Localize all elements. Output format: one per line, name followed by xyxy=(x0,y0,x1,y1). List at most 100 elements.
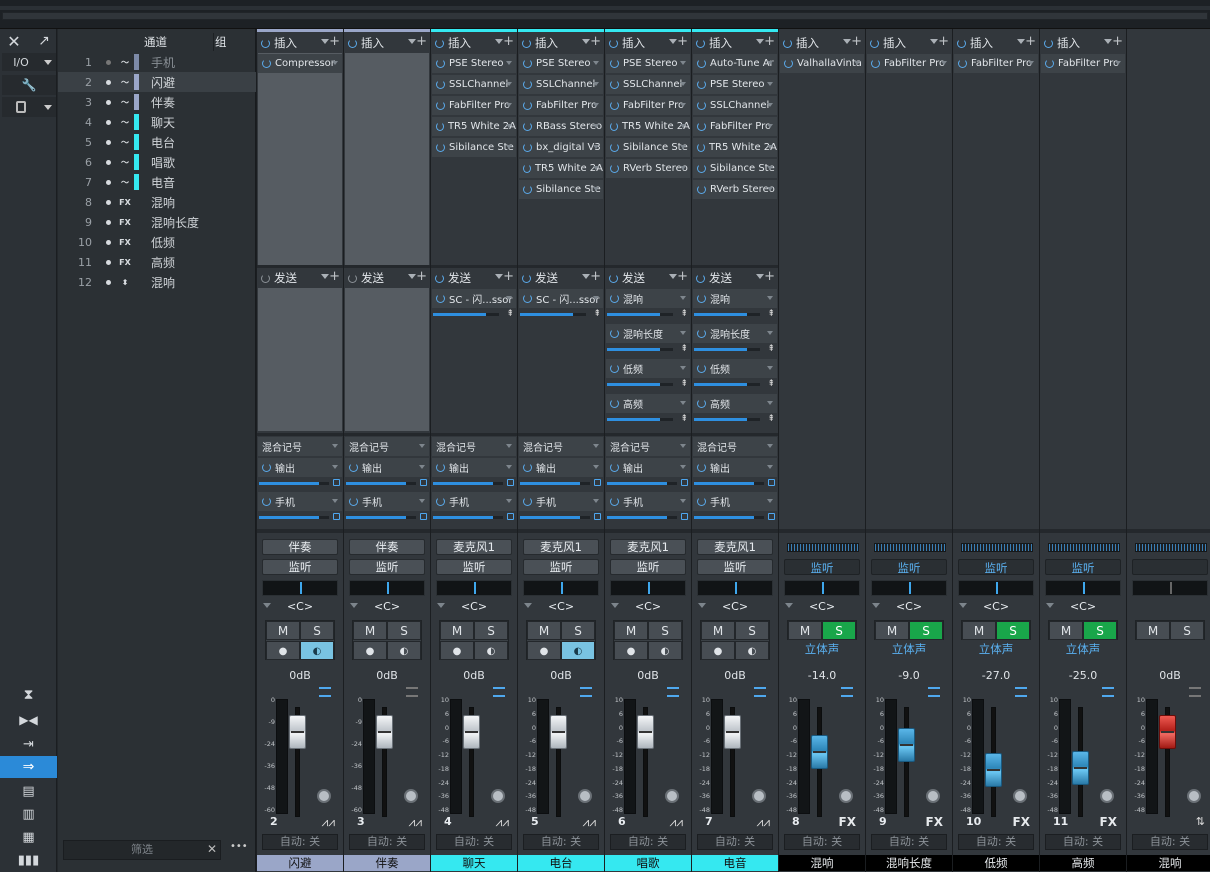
solo-button[interactable]: S xyxy=(822,621,856,640)
monitor-toggle-button[interactable]: ◐ xyxy=(387,641,421,660)
visibility-dot[interactable] xyxy=(106,179,111,185)
mix-mark-arrow-icon[interactable] xyxy=(506,444,512,448)
plugin-power-icon[interactable] xyxy=(523,101,532,110)
send-arrow-icon[interactable] xyxy=(680,366,686,370)
add-icon[interactable]: + xyxy=(677,269,688,284)
plugin-arrow-icon[interactable] xyxy=(680,82,686,86)
phone-slot[interactable]: 手机 xyxy=(606,492,690,511)
send-pan-icon[interactable]: ⇞ xyxy=(593,309,601,319)
dropdown-arrow-icon[interactable] xyxy=(321,39,329,44)
lock-icon[interactable] xyxy=(420,513,427,520)
monitor-toggle-button[interactable]: ◐ xyxy=(561,641,595,660)
dropdown-arrow-icon[interactable] xyxy=(1017,39,1025,44)
phone-level[interactable] xyxy=(520,516,590,519)
meter-mode-icon[interactable] xyxy=(1015,687,1027,697)
lock-icon[interactable] xyxy=(333,479,340,486)
keyboard-icon[interactable]: ▥ xyxy=(0,803,57,825)
phase-icon[interactable] xyxy=(926,789,940,803)
timeline-overview[interactable] xyxy=(2,12,1208,20)
monitor-toggle-button[interactable]: ◐ xyxy=(474,641,508,660)
send-slot[interactable]: 低频 xyxy=(693,359,777,378)
lock-icon[interactable] xyxy=(681,513,688,520)
plugin-power-icon[interactable] xyxy=(958,59,967,68)
phone-level[interactable] xyxy=(259,516,329,519)
monitor-button[interactable]: 监听 xyxy=(1045,559,1121,575)
mute-button[interactable]: M xyxy=(875,621,909,640)
send-header[interactable]: 发送 + xyxy=(518,268,604,288)
insert-slot[interactable]: FabFilter Pro xyxy=(1041,54,1125,73)
add-icon[interactable]: + xyxy=(503,269,514,284)
more-options-icon[interactable]: ••• xyxy=(230,841,248,852)
record-button[interactable]: ● xyxy=(266,641,300,660)
plugin-arrow-icon[interactable] xyxy=(593,145,599,149)
list-item[interactable]: 12 ⬍ 混响 xyxy=(58,272,256,292)
expand-icon[interactable]: ↗ xyxy=(34,32,54,50)
plugin-arrow-icon[interactable] xyxy=(593,187,599,191)
list-item[interactable]: 6 〜 唱歌 xyxy=(58,152,256,172)
volume-fader[interactable] xyxy=(1159,714,1176,749)
dropdown-arrow-icon[interactable] xyxy=(321,274,329,279)
send-level[interactable] xyxy=(433,313,499,316)
phase-icon[interactable] xyxy=(578,789,592,803)
phase-icon[interactable] xyxy=(665,789,679,803)
output-arrow-icon[interactable] xyxy=(593,465,599,469)
insert-slot[interactable]: Sibilance Ste xyxy=(606,138,690,157)
send-arrow-icon[interactable] xyxy=(767,401,773,405)
insert-slot[interactable]: TR5 White 2A xyxy=(693,138,777,157)
output-power-icon[interactable] xyxy=(610,463,619,472)
lock-icon[interactable] xyxy=(768,479,775,486)
send-slot[interactable]: SC - 闪...ssor xyxy=(432,289,516,308)
phone-power-icon[interactable] xyxy=(436,497,445,506)
visibility-dot[interactable] xyxy=(106,79,111,85)
output-power-icon[interactable] xyxy=(697,463,706,472)
mute-button[interactable]: M xyxy=(353,621,387,640)
visibility-dot[interactable] xyxy=(106,99,111,105)
solo-button[interactable]: S xyxy=(648,621,682,640)
pan-control[interactable] xyxy=(349,580,425,596)
stereo-button[interactable]: 立体声 xyxy=(958,641,1034,657)
visibility-dot[interactable] xyxy=(106,199,111,205)
plugin-arrow-icon[interactable] xyxy=(593,166,599,170)
strip-name-label[interactable]: 混响长度 xyxy=(866,855,952,871)
rack-icon[interactable]: ▤ xyxy=(0,780,57,802)
mix-mark-arrow-icon[interactable] xyxy=(680,444,686,448)
add-icon[interactable]: + xyxy=(416,269,427,284)
close-icon[interactable]: ✕ xyxy=(4,32,24,51)
wrench-icon[interactable]: 🔧 xyxy=(2,75,56,95)
volume-fader[interactable] xyxy=(289,714,306,749)
input-select-button[interactable]: 伴奏 xyxy=(349,539,425,555)
dropdown-arrow-icon[interactable] xyxy=(1104,39,1112,44)
plugin-power-icon[interactable] xyxy=(262,59,271,68)
output-slot[interactable]: 输出 xyxy=(693,458,777,477)
io-button[interactable]: I/O xyxy=(2,53,40,71)
mute-button[interactable]: M xyxy=(440,621,474,640)
send-header[interactable]: 发送 + xyxy=(431,268,517,288)
io-dropdown-icon[interactable] xyxy=(40,53,56,71)
plugin-arrow-icon[interactable] xyxy=(680,61,686,65)
plugin-arrow-icon[interactable] xyxy=(767,82,773,86)
strip-name-label[interactable]: 电台 xyxy=(518,855,604,871)
output-level[interactable] xyxy=(433,482,503,485)
insert-slot[interactable]: PSE Stereo xyxy=(693,75,777,94)
monitor-button[interactable]: 监听 xyxy=(871,559,947,575)
power-icon[interactable] xyxy=(696,38,705,48)
dropdown-arrow-icon[interactable] xyxy=(669,274,677,279)
plugin-arrow-icon[interactable] xyxy=(506,103,512,107)
meter-mode-icon[interactable] xyxy=(928,687,940,697)
solo-button[interactable]: S xyxy=(387,621,421,640)
send-arrow-icon[interactable] xyxy=(680,331,686,335)
plugin-power-icon[interactable] xyxy=(436,59,445,68)
insert-slot[interactable]: PSE Stereo xyxy=(519,54,603,73)
plugin-arrow-icon[interactable] xyxy=(1115,61,1121,65)
plugin-power-icon[interactable] xyxy=(697,80,706,89)
lock-icon[interactable] xyxy=(768,513,775,520)
list-item[interactable]: 4 〜 聊天 xyxy=(58,112,256,132)
input-select-button[interactable]: 麦克风1 xyxy=(697,539,773,555)
send-arrow-icon[interactable] xyxy=(593,296,599,300)
output-power-icon[interactable] xyxy=(349,463,358,472)
send-power-icon[interactable] xyxy=(697,364,706,373)
power-icon[interactable] xyxy=(435,273,444,283)
lock-icon[interactable] xyxy=(594,513,601,520)
visibility-dot[interactable] xyxy=(106,119,111,125)
insert-header[interactable]: 插入 + xyxy=(605,33,691,53)
